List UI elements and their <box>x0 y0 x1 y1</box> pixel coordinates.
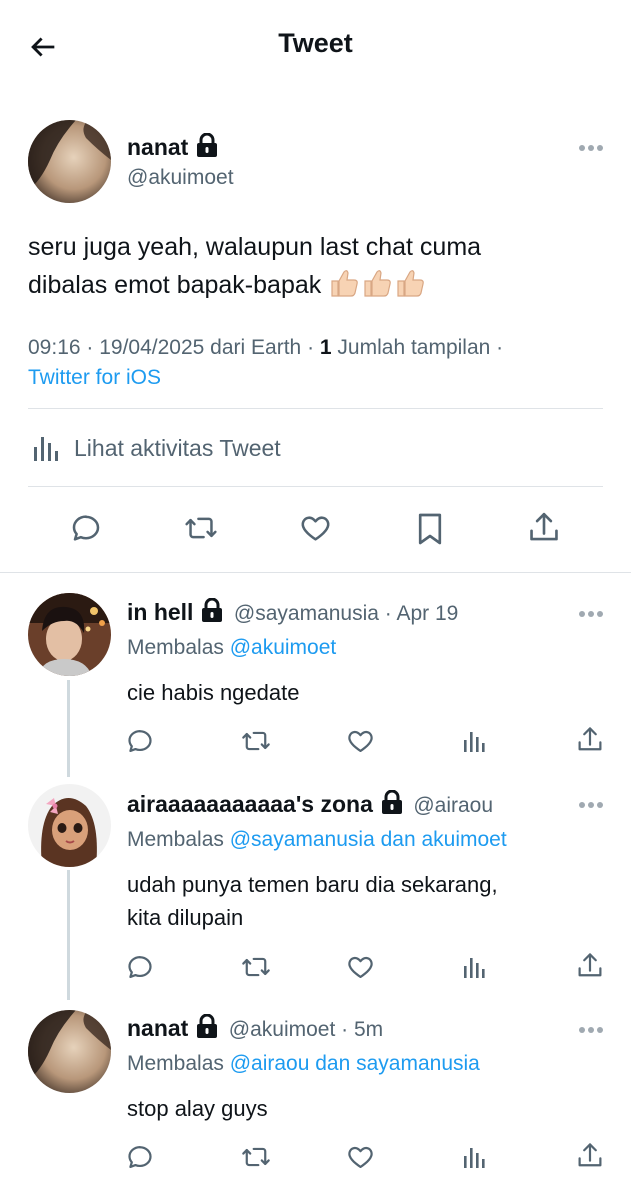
retweet-icon[interactable] <box>184 512 218 544</box>
share-icon[interactable] <box>527 510 561 546</box>
retweet-icon[interactable] <box>241 953 271 981</box>
more-options-icon[interactable] <box>578 801 604 809</box>
avatar[interactable] <box>28 593 111 676</box>
views-count: 1 <box>319 336 332 359</box>
share-icon[interactable] <box>576 1141 604 1171</box>
avatar[interactable] <box>28 120 111 203</box>
more-options-icon[interactable] <box>578 1026 604 1034</box>
reply-author-handle[interactable]: @sayamanusia <box>234 602 379 625</box>
page-title: Tweet <box>278 28 353 58</box>
thread-line <box>67 680 70 777</box>
more-options-icon[interactable] <box>578 610 604 618</box>
tweet-text: seru juga yeah, walaupun last chat cuma … <box>28 233 482 299</box>
share-icon[interactable] <box>576 725 604 755</box>
replying-to-label: Membalas <box>127 636 230 659</box>
lock-icon <box>196 1014 218 1038</box>
replying-to-link[interactable]: @akuimoet <box>230 636 337 659</box>
reply-author-handle[interactable]: @akuimoet <box>229 1018 336 1041</box>
replying-to-link[interactable]: @sayamanusia dan akuimoet <box>230 828 507 851</box>
thread-line <box>67 870 70 1000</box>
reply-author-name[interactable]: nanat <box>127 1015 188 1041</box>
author-handle[interactable]: @akuimoet <box>127 166 234 190</box>
share-icon[interactable] <box>576 951 604 981</box>
retweet-icon[interactable] <box>241 727 271 755</box>
tweet-meta: 09:16 · 19/04/2025 dari Earth · 1 Jumlah… <box>28 336 504 359</box>
more-options-icon[interactable] <box>578 144 604 152</box>
section-divider <box>0 572 631 573</box>
activity-label: Lihat aktivitas Tweet <box>74 434 281 461</box>
reply-text: stop alay guys <box>127 1096 268 1121</box>
reply-author-name[interactable]: in hell <box>127 599 193 625</box>
lock-icon <box>201 598 223 622</box>
retweet-icon[interactable] <box>241 1143 271 1171</box>
reply-time: 5m <box>354 1018 384 1041</box>
reply-author-handle[interactable]: @airaou <box>413 794 493 817</box>
replying-to-label: Membalas <box>127 1052 230 1075</box>
reply-text: cie habis ngedate <box>127 680 300 705</box>
tweet-activity-link[interactable]: Lihat aktivitas Tweet <box>30 428 281 468</box>
like-heart-icon[interactable] <box>346 1143 375 1171</box>
divider <box>28 408 603 409</box>
analytics-icon[interactable] <box>462 955 486 979</box>
author-name[interactable]: nanat <box>127 134 188 160</box>
reply-author-name[interactable]: airaaaaaaaaaaa's zona <box>127 791 373 817</box>
lock-icon <box>196 133 218 157</box>
replying-to-link[interactable]: @airaou dan sayamanusia <box>230 1052 480 1075</box>
tweet-date: 19/04/2025 <box>99 336 205 359</box>
bookmark-icon[interactable] <box>416 512 444 546</box>
reply-icon[interactable] <box>126 727 154 755</box>
tweet-source-link[interactable]: Twitter for iOS <box>28 363 161 393</box>
like-heart-icon[interactable] <box>299 512 332 544</box>
like-heart-icon[interactable] <box>346 727 375 755</box>
avatar[interactable] <box>28 1010 111 1093</box>
reply-text: udah punya temen baru dia sekarang, kita… <box>127 872 498 930</box>
analytics-icon[interactable] <box>462 1145 486 1169</box>
replying-to-label: Membalas <box>127 828 230 851</box>
divider <box>28 486 603 487</box>
avatar[interactable] <box>28 784 111 867</box>
analytics-icon <box>30 433 60 463</box>
lock-icon <box>381 790 403 814</box>
tweet-time: 09:16 <box>28 336 81 359</box>
thumbs-up-emoji-icon <box>328 267 428 299</box>
reply-time: Apr 19 <box>396 602 459 625</box>
analytics-icon[interactable] <box>462 729 486 753</box>
reply-icon[interactable] <box>70 512 102 544</box>
reply-icon[interactable] <box>126 1143 154 1171</box>
like-heart-icon[interactable] <box>346 953 375 981</box>
reply-icon[interactable] <box>126 953 154 981</box>
